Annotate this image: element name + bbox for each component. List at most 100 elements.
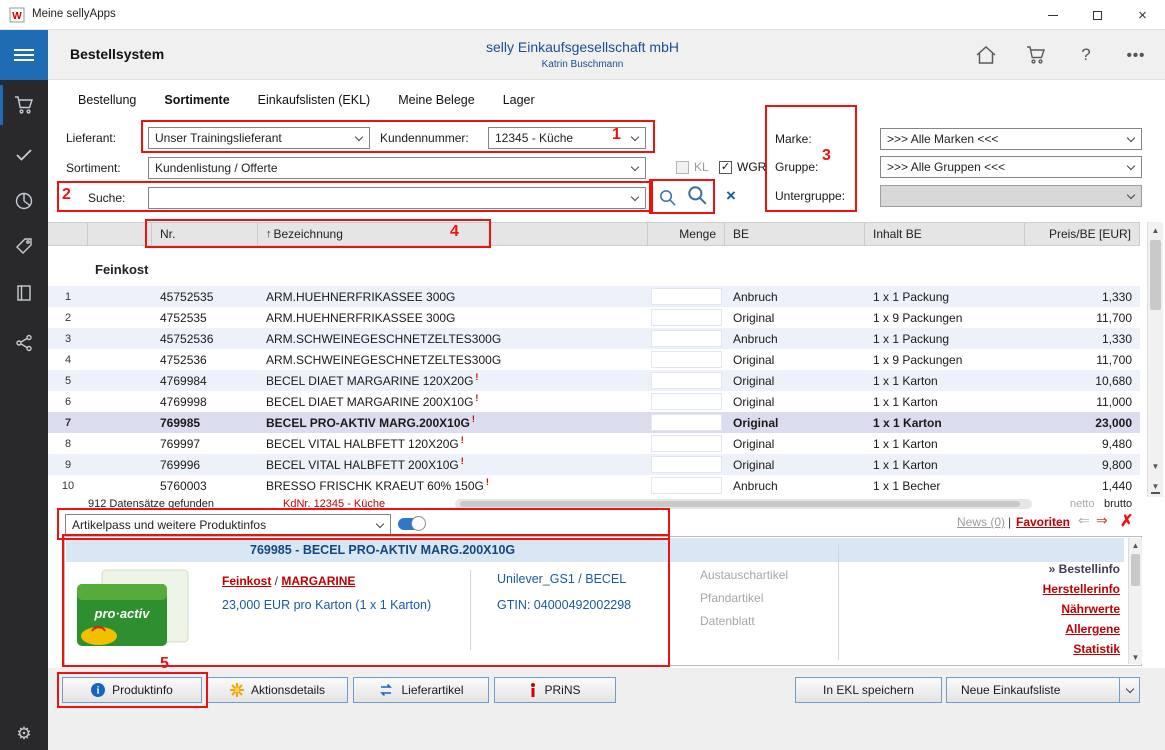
quantity-cell[interactable] bbox=[651, 309, 722, 326]
kundennummer-select[interactable]: 12345 - Küche bbox=[488, 127, 646, 149]
chevron-down-icon bbox=[631, 193, 639, 201]
prins-button[interactable]: PRiNS bbox=[494, 677, 616, 703]
menu-button[interactable] bbox=[0, 30, 48, 80]
chevron-down-icon[interactable] bbox=[1119, 678, 1139, 702]
tab-einkaufslisten-ekl[interactable]: Einkaufslisten (EKL) bbox=[258, 93, 371, 107]
netto-toggle[interactable]: netto bbox=[1070, 498, 1094, 510]
column-header-bezeichnung[interactable]: ↑ Bezeichnung bbox=[258, 223, 648, 245]
search-button[interactable] bbox=[653, 183, 681, 211]
marke-select[interactable]: >>> Alle Marken <<< bbox=[880, 128, 1142, 150]
aktionsdetails-button[interactable]: Aktionsdetails bbox=[207, 677, 348, 703]
save-to-ekl-button[interactable]: In EKL speichern bbox=[795, 677, 942, 703]
detail-scrollbar[interactable]: ▲ ▼ bbox=[1128, 538, 1142, 664]
sortiment-select[interactable]: Kundenlistung / Offerte bbox=[148, 157, 646, 179]
new-shopping-list-button[interactable]: Neue Einkaufsliste bbox=[946, 677, 1140, 703]
table-row[interactable]: 64769998BECEL DIAET MARGARINE 200X10G!Or… bbox=[48, 391, 1140, 412]
column-header-nr[interactable]: Nr. bbox=[152, 223, 258, 245]
scroll-down-icon[interactable]: ▼ bbox=[1129, 650, 1142, 664]
detail-link-herstellerinfo[interactable]: Herstellerinfo bbox=[880, 582, 1120, 596]
quantity-cell[interactable] bbox=[651, 435, 722, 452]
close-panel-icon[interactable]: ✗ bbox=[1120, 511, 1133, 531]
detail-link-bestellinfo[interactable]: » Bestellinfo bbox=[880, 562, 1120, 576]
row-spacer bbox=[88, 475, 152, 496]
produktinfo-button[interactable]: iProduktinfo bbox=[62, 677, 202, 703]
separator: | bbox=[1008, 515, 1011, 529]
favoriten-link[interactable]: Favoriten bbox=[1016, 515, 1070, 529]
clear-search-button[interactable]: × bbox=[726, 186, 736, 206]
detail-link-n-hrwerte[interactable]: Nährwerte bbox=[880, 602, 1120, 616]
quantity-cell[interactable] bbox=[651, 477, 722, 494]
category-link[interactable]: Feinkost bbox=[222, 574, 271, 588]
maximize-button[interactable] bbox=[1075, 0, 1120, 30]
more-button[interactable]: ••• bbox=[1115, 35, 1157, 75]
infopanel-select[interactable]: Artikelpass und weitere Produktinfos bbox=[65, 514, 391, 536]
sidebar-item-order[interactable] bbox=[0, 83, 48, 127]
magnifier-icon bbox=[658, 188, 677, 207]
help-button[interactable]: ? bbox=[1065, 35, 1107, 75]
column-header-be[interactable]: BE bbox=[725, 223, 865, 245]
tab-meine-belege[interactable]: Meine Belege bbox=[398, 93, 474, 107]
table-scrollbar[interactable]: ▲ ▼ ▼ bbox=[1147, 222, 1163, 497]
kl-checkbox[interactable]: KL bbox=[676, 160, 709, 174]
minimize-button[interactable] bbox=[1030, 0, 1075, 30]
cart-button[interactable] bbox=[1015, 35, 1057, 75]
table-row[interactable]: 54769984BECEL DIAET MARGARINE 120X20G!Or… bbox=[48, 370, 1140, 391]
scroll-to-end-icon[interactable]: ▼ bbox=[1148, 478, 1163, 497]
table-row[interactable]: 7769985BECEL PRO-AKTIV MARG.200X10G!Orig… bbox=[48, 412, 1140, 433]
group-link[interactable]: MARGARINE bbox=[281, 574, 355, 588]
table-row[interactable]: 8769997BECEL VITAL HALBFETT 120X20G!Orig… bbox=[48, 433, 1140, 454]
search-in-results-button[interactable] bbox=[683, 181, 711, 209]
quantity-cell[interactable] bbox=[651, 456, 722, 473]
gruppe-select[interactable]: >>> Alle Gruppen <<< bbox=[880, 156, 1142, 178]
column-header-menge[interactable]: Menge bbox=[648, 223, 725, 245]
table-row[interactable]: 345752536ARM.SCHWEINEGESCHNETZELTES300GA… bbox=[48, 328, 1140, 349]
table-row[interactable]: 24752535ARM.HUEHNERFRIKASSEE 300GOrigina… bbox=[48, 307, 1140, 328]
quantity-cell[interactable] bbox=[651, 372, 722, 389]
quantity-cell[interactable] bbox=[651, 414, 722, 431]
info-flag-icon: ! bbox=[475, 372, 478, 382]
quantity-cell[interactable] bbox=[651, 351, 722, 368]
home-button[interactable] bbox=[965, 35, 1007, 75]
news-link[interactable]: News (0) bbox=[957, 515, 1005, 529]
scrollbar-thumb[interactable] bbox=[460, 501, 1020, 507]
scroll-down-icon[interactable]: ▼ bbox=[1148, 458, 1163, 474]
table-row[interactable]: 9769996BECEL VITAL HALBFETT 200X10G!Orig… bbox=[48, 454, 1140, 475]
quantity-cell[interactable] bbox=[651, 330, 722, 347]
column-header-inhalt[interactable]: Inhalt BE bbox=[865, 223, 1025, 245]
info-toggle[interactable] bbox=[398, 518, 424, 530]
brutto-toggle[interactable]: brutto bbox=[1104, 498, 1132, 510]
search-input[interactable] bbox=[148, 187, 646, 209]
scroll-up-icon[interactable]: ▲ bbox=[1129, 538, 1142, 552]
tab-lager[interactable]: Lager bbox=[503, 93, 535, 107]
sidebar-item-share[interactable] bbox=[0, 321, 48, 365]
horizontal-scrollbar[interactable] bbox=[455, 499, 1032, 509]
detail-link-statistik[interactable]: Statistik bbox=[880, 642, 1120, 656]
column-header-preis[interactable]: Preis/BE [EUR] bbox=[1025, 223, 1140, 245]
next-arrow-icon[interactable]: ⇒ bbox=[1096, 512, 1108, 529]
close-button[interactable]: × bbox=[1120, 0, 1165, 30]
quantity-cell[interactable] bbox=[651, 288, 722, 305]
sidebar-item-statistics[interactable] bbox=[0, 179, 48, 223]
scrollbar-thumb[interactable] bbox=[1131, 554, 1140, 586]
scrollbar-thumb[interactable] bbox=[1150, 240, 1161, 310]
lieferant-select[interactable]: Unser Trainingslieferant bbox=[148, 127, 370, 149]
table-row[interactable]: 105760003BRESSO FRISCHK KRAEUT 60% 150G!… bbox=[48, 475, 1140, 496]
sidebar-item-catalog[interactable] bbox=[0, 271, 48, 315]
product-image: pro·activ bbox=[72, 566, 192, 656]
tab-sortimente[interactable]: Sortimente bbox=[164, 93, 229, 107]
prev-arrow-icon[interactable]: ⇐ bbox=[1078, 512, 1090, 529]
detail-link-allergene[interactable]: Allergene bbox=[880, 622, 1120, 636]
tab-bestellung[interactable]: Bestellung bbox=[78, 93, 136, 107]
table-row[interactable]: 145752535ARM.HUEHNERFRIKASSEE 300GAnbruc… bbox=[48, 286, 1140, 307]
quantity-cell[interactable] bbox=[651, 393, 722, 410]
sidebar-item-offers[interactable] bbox=[0, 225, 48, 269]
scroll-up-icon[interactable]: ▲ bbox=[1148, 222, 1163, 238]
table-row[interactable]: 44752536ARM.SCHWEINEGESCHNETZELTES300GOr… bbox=[48, 349, 1140, 370]
sidebar-item-tasks[interactable] bbox=[0, 133, 48, 177]
article-name: ARM.SCHWEINEGESCHNETZELTES300G bbox=[258, 328, 648, 349]
settings-button[interactable]: ⚙ bbox=[0, 724, 48, 744]
unit-content: 1 x 1 Karton bbox=[865, 454, 1025, 475]
wgr-checkbox[interactable]: ✓ WGR bbox=[719, 160, 766, 174]
lieferartikel-button[interactable]: Lieferartikel bbox=[353, 677, 489, 703]
row-spacer bbox=[88, 433, 152, 454]
